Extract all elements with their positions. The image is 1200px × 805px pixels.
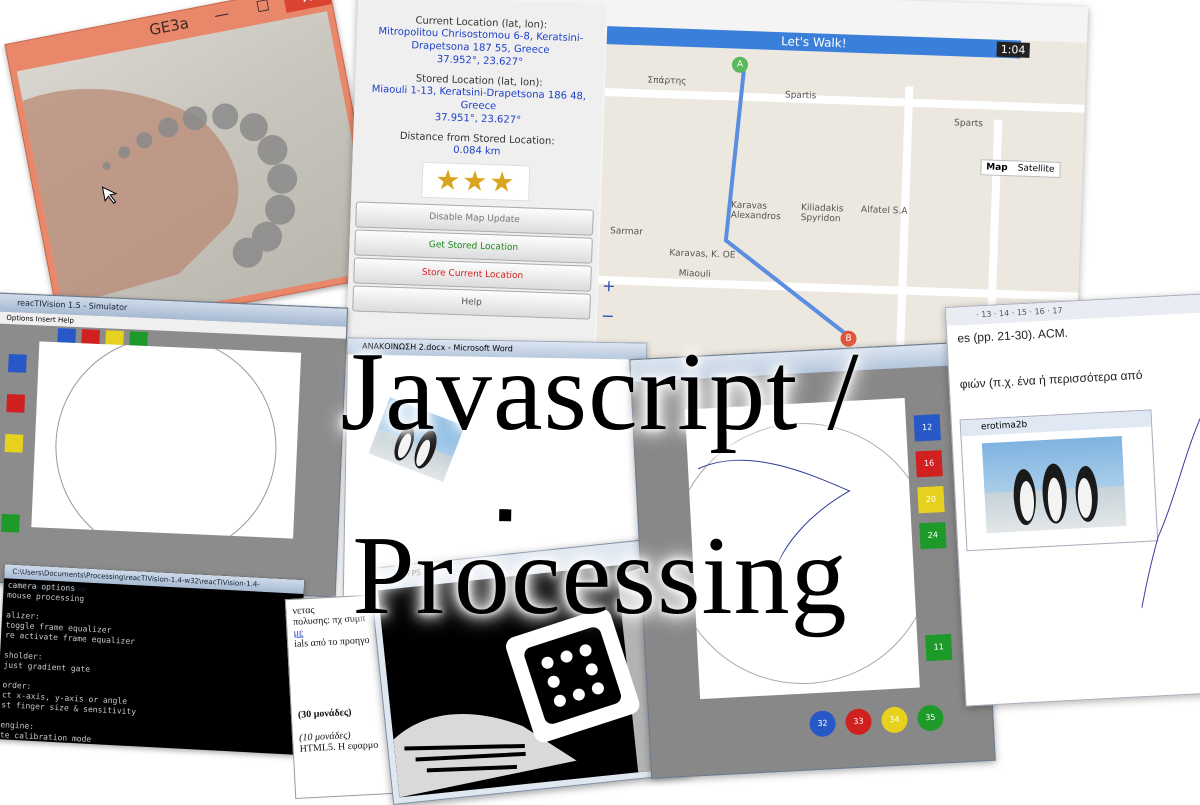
gesture-trail: [22, 88, 298, 307]
street-label: Σπάρτης: [647, 75, 687, 87]
poi-label: Sarmar: [609, 226, 644, 238]
overlay-title-line2: Processing: [352, 514, 848, 638]
poi-label: Karavas Alexandros: [730, 200, 781, 223]
star-34[interactable]: 34: [880, 706, 909, 734]
map-type-map[interactable]: Map: [981, 160, 1013, 175]
zoom-out-button[interactable]: −: [601, 306, 615, 325]
star-35[interactable]: 35: [916, 704, 945, 732]
menu-item[interactable]: Help: [58, 316, 74, 325]
street-label: Spartis: [784, 90, 817, 102]
hand-shape: [22, 88, 239, 307]
star-33[interactable]: 33: [844, 708, 873, 736]
status-time: 1:04: [996, 41, 1030, 58]
street-label: Sparts: [953, 118, 984, 130]
rating-stars: ★★★: [421, 161, 531, 202]
minimize-button[interactable]: —: [202, 0, 242, 28]
camera-feed: [16, 11, 378, 331]
location-panel: Current Location (lat, lon): Mitropolito…: [345, 0, 607, 360]
poi-label: Alfatel S.A: [860, 205, 908, 217]
street-label: Miaouli: [678, 268, 711, 280]
tile-20[interactable]: 20: [917, 486, 945, 514]
zoom-in-button[interactable]: +: [602, 276, 616, 295]
map-type-satellite[interactable]: Satellite: [1012, 161, 1059, 177]
help-button[interactable]: Help: [352, 285, 591, 320]
ge3a-window: GE3a — ☐ ✕: [4, 0, 386, 339]
menu-item[interactable]: Insert: [35, 315, 55, 324]
map-type-toggle[interactable]: Map Satellite: [979, 159, 1061, 178]
star-32[interactable]: 32: [808, 710, 837, 738]
overlay-title-line1: Javascript /: [340, 330, 860, 454]
menu-item[interactable]: Options: [6, 314, 33, 323]
maximize-button[interactable]: ☐: [243, 0, 283, 20]
